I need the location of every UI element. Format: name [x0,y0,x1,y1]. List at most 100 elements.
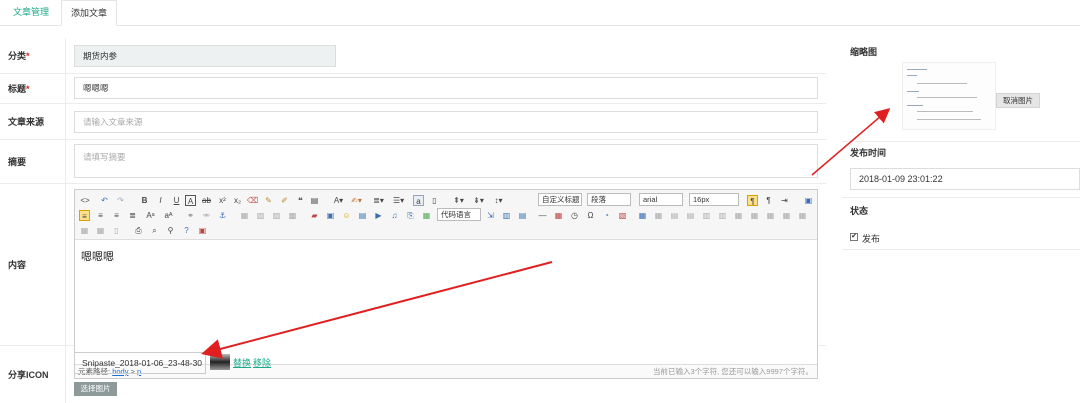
remove-link[interactable]: 移除 [253,356,271,369]
tab-add-article[interactable]: 添加文章 [61,0,117,26]
publish-time-input[interactable]: 2018-01-09 23:01:22 [850,168,1080,190]
image-left-icon[interactable]: ▧ [255,210,266,221]
rtl-icon[interactable]: ¶ [763,195,774,206]
select-all-icon[interactable]: a [413,195,424,206]
delete-col-icon[interactable]: ▥ [717,210,728,221]
align-center-icon[interactable]: ≡ [95,210,106,221]
attachment-icon[interactable]: ⎘ [405,210,416,221]
split-rows-icon[interactable]: ▦ [797,210,808,221]
category-select[interactable]: 期货内参 [74,45,336,67]
split-cells-icon[interactable]: ▦ [781,210,792,221]
fullscreen-icon[interactable]: ▣ [803,195,814,206]
date-icon[interactable]: ▦ [553,210,564,221]
insert-video-icon[interactable]: ▶ [373,210,384,221]
ltr-icon[interactable]: ¶ [747,195,758,206]
eraser-icon[interactable]: ⌫ [247,195,258,206]
thumbnail-image[interactable] [902,62,996,130]
cancel-image-button[interactable]: 取消图片 [996,93,1040,108]
insert-image-icon[interactable]: ▣ [325,210,336,221]
title-input[interactable]: 嗯嗯嗯 [74,77,818,99]
blockquote-icon[interactable]: ❝ [295,195,306,206]
row-spacing-top-icon[interactable]: ⇞▾ [453,195,464,206]
background-color-icon[interactable]: ✍▾ [351,195,362,206]
superscript-icon[interactable]: x² [217,195,228,206]
align-left-icon[interactable]: ≡ [79,210,90,221]
summary-textarea[interactable]: 请填写摘要 [74,144,818,178]
font-family-select[interactable]: arial [639,193,683,206]
align-right-icon[interactable]: ≡ [111,210,122,221]
merge-right-icon[interactable]: ▦ [749,210,760,221]
code-language-select[interactable]: 代码语言 [437,208,481,221]
link-icon[interactable]: ⚭ [185,210,196,221]
format-match-icon[interactable]: ✎ [263,195,274,206]
to-lowercase-icon[interactable]: aᴬ [163,210,174,221]
replace-link[interactable]: 替换 [233,356,251,369]
delete-table-icon[interactable]: ▦ [653,210,664,221]
bold-icon[interactable]: B [139,195,150,206]
unlink-icon[interactable]: ⚮ [201,210,212,221]
share-icon-file-input[interactable]: Snipaste_2018-01-06_23-48-30 [74,352,206,374]
row-spacing-bottom-icon[interactable]: ⇟▾ [473,195,484,206]
horizontal-rule-icon[interactable]: — [537,210,548,221]
insert-col-icon[interactable]: ▥ [701,210,712,221]
align-justify-icon[interactable]: ≣ [127,210,138,221]
print-icon[interactable]: ⎙ [133,225,144,236]
indent-icon[interactable]: ⇥ [779,195,790,206]
music-icon[interactable]: ♫ [389,210,400,221]
snapscreen-icon[interactable]: ▧ [617,210,628,221]
help-icon[interactable]: ? [181,225,192,236]
scrawl-icon[interactable]: ▤ [357,210,368,221]
table-props-icon[interactable]: ▦ [95,225,106,236]
auto-format-icon[interactable]: ✐ [279,195,290,206]
split-cols-icon[interactable]: ▦ [79,225,90,236]
custom-title-select[interactable]: 自定义标题 [538,193,582,206]
drafts-icon[interactable]: ▣ [197,225,208,236]
underline-icon[interactable]: U [171,195,182,206]
anchor-icon[interactable]: ⚓ [217,210,228,221]
font-border-icon[interactable]: A [185,195,196,206]
image-center-icon[interactable]: ▩ [287,210,298,221]
paragraph-select[interactable]: 段落 [587,193,631,206]
editor-content[interactable]: 嗯嗯嗯 [81,248,114,264]
background-icon[interactable]: ▤ [517,210,528,221]
image-none-icon[interactable]: ▦ [239,210,250,221]
font-size-select[interactable]: 16px [689,193,739,206]
preview-icon[interactable]: ⌕ [149,225,160,236]
strikethrough-icon[interactable]: ab [201,195,212,206]
paste-plain-icon[interactable]: ▤ [309,195,320,206]
special-chars-icon[interactable]: Ω [585,210,596,221]
to-uppercase-icon[interactable]: Aᵃ [145,210,156,221]
source-code-icon[interactable]: <> [79,195,91,206]
delete-row-icon[interactable]: ▤ [685,210,696,221]
map-icon[interactable]: ▦ [421,210,432,221]
emotion-icon[interactable]: ☺ [341,210,352,221]
select-image-button[interactable]: 选择图片 [74,382,117,396]
merge-down-icon[interactable]: ▦ [765,210,776,221]
simple-upload-icon[interactable]: ▰ [309,210,320,221]
time-icon[interactable]: ◷ [569,210,580,221]
insert-row-icon[interactable]: ▤ [669,210,680,221]
clear-doc-icon[interactable]: ▯ [429,195,440,206]
thumbnail-label: 缩略图 [850,47,878,57]
font-color-icon[interactable]: A▾ [333,195,344,206]
undo-icon[interactable]: ↶ [99,195,110,206]
unordered-list-icon[interactable]: ☰▾ [393,195,404,206]
search-icon[interactable]: ⚲ [165,225,176,236]
cell-props-icon[interactable]: ▯ [111,225,122,236]
subscript-icon[interactable]: x₂ [232,195,243,206]
publish-checkbox[interactable]: ✔ [850,233,858,241]
page-break-icon[interactable]: ⇲ [485,210,496,221]
italic-icon[interactable]: I [155,195,166,206]
rich-text-editor[interactable]: <> ↶ ↷ B I U A ab x² x₂ ⌫ ✎ ✐ ❝ ▤ A▾ ✍▾ … [74,189,818,379]
search-replace-icon[interactable]: ◔ [601,210,612,221]
source-input[interactable]: 请输入文章来源 [74,111,818,133]
template-icon[interactable]: ▥ [501,210,512,221]
merge-cells-icon[interactable]: ▦ [733,210,744,221]
line-height-icon[interactable]: ↕▾ [493,195,504,206]
ordered-list-icon[interactable]: ≣▾ [373,195,384,206]
tab-article-management[interactable]: 文章管理 [3,0,59,26]
redo-icon[interactable]: ↷ [115,195,126,206]
image-right-icon[interactable]: ▨ [271,210,282,221]
editor-toolbar: <> ↶ ↷ B I U A ab x² x₂ ⌫ ✎ ✐ ❝ ▤ A▾ ✍▾ … [75,190,817,240]
insert-table-icon[interactable]: ▦ [637,210,648,221]
